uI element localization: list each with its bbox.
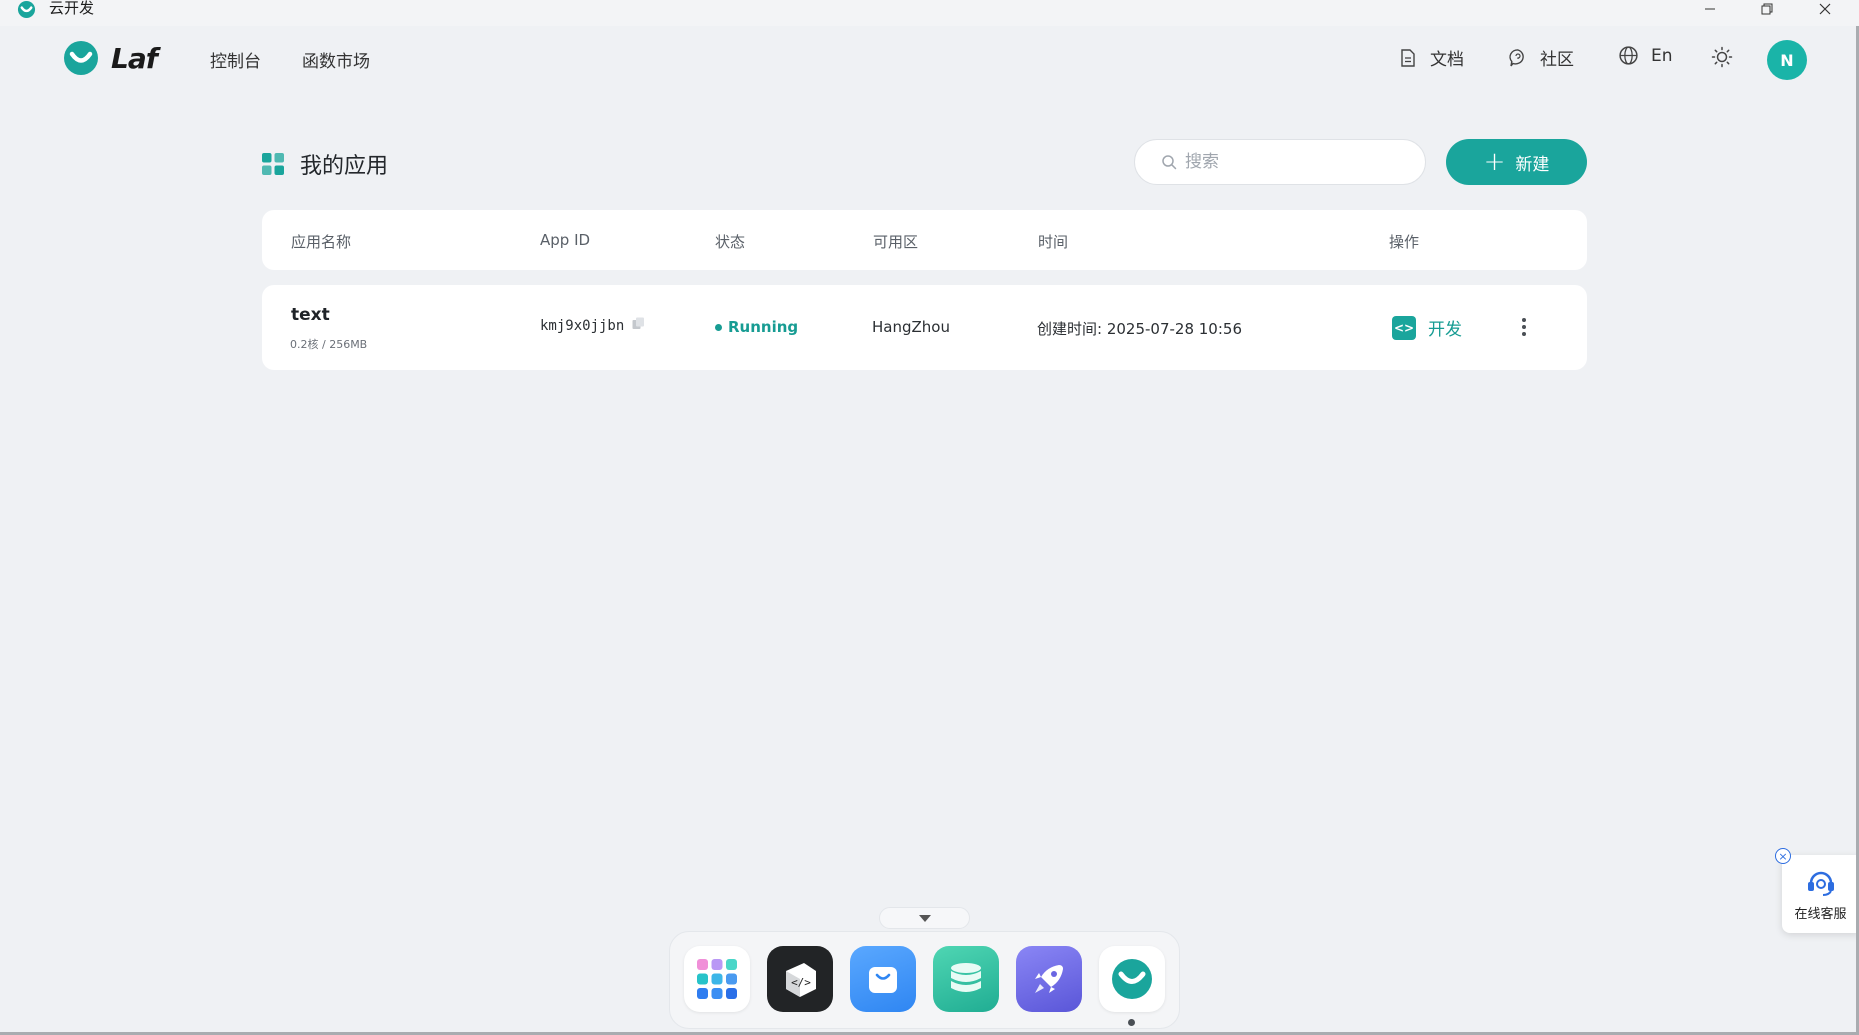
store-bag-icon[interactable] (850, 946, 916, 1012)
status-text: Running (728, 318, 799, 336)
community-link[interactable]: 社区 (1508, 45, 1574, 70)
copy-icon[interactable] (632, 317, 645, 330)
search-icon (1162, 155, 1177, 170)
code-icon: <> (1392, 315, 1416, 340)
online-service-widget[interactable]: 在线客服 (1782, 855, 1859, 933)
app-header: Laf 控制台 函数市场 文档 社区 En N (0, 26, 1859, 92)
app-spec: 0.2核 / 256MB (290, 338, 368, 351)
app-id-text: kmj9x0jjbn (540, 318, 625, 334)
status-badge: Running (715, 318, 798, 336)
close-icon (1819, 3, 1831, 15)
restore-button[interactable] (1747, 0, 1787, 18)
table-header: 应用名称 App ID 状态 可用区 时间 操作 (262, 210, 1587, 270)
svg-text:</>: </> (791, 976, 811, 989)
document-icon (1401, 48, 1415, 67)
language-label: En (1651, 45, 1673, 66)
column-header-region: 可用区 (873, 233, 919, 251)
laf-icon[interactable] (1099, 946, 1165, 1012)
laf-logo[interactable]: Laf (63, 40, 158, 76)
laf-app-icon (17, 0, 36, 19)
column-header-status: 状态 (715, 233, 746, 251)
close-window-button[interactable] (1805, 0, 1845, 18)
status-dot-icon (715, 323, 722, 331)
service-close-icon[interactable]: × (1775, 848, 1791, 864)
page-title: 我的应用 (262, 148, 388, 180)
restore-icon (1761, 3, 1773, 15)
online-service-label: 在线客服 (1794, 906, 1847, 922)
grid-icon (262, 153, 284, 175)
search-box[interactable] (1134, 139, 1426, 185)
app-launcher-icon[interactable] (684, 946, 750, 1012)
docs-link[interactable]: 文档 (1398, 45, 1464, 70)
search-input[interactable] (1185, 152, 1405, 172)
more-options-icon[interactable] (1514, 317, 1534, 337)
table-row[interactable]: text 0.2核 / 256MB kmj9x0jjbn Running Han… (262, 285, 1587, 370)
rocket-icon[interactable] (1016, 946, 1082, 1012)
window-title: 云开发 (49, 0, 95, 17)
app-id: kmj9x0jjbn (540, 317, 645, 334)
app-name: text (291, 305, 330, 325)
minimize-icon (1705, 8, 1715, 10)
page-title-text: 我的应用 (300, 154, 389, 179)
region: HangZhou (872, 318, 950, 336)
column-header-time: 时间 (1038, 233, 1069, 251)
nav-console[interactable]: 控制台 (210, 47, 261, 72)
window-titlebar: 云开发 (0, 0, 1859, 26)
globe-icon (1619, 46, 1638, 65)
brand-wordmark: Laf (111, 41, 158, 75)
column-header-actions: 操作 (1389, 233, 1420, 251)
theme-toggle[interactable] (1711, 46, 1745, 68)
active-indicator-dot (1128, 1019, 1135, 1026)
caret-down-icon (918, 914, 931, 922)
database-icon[interactable] (933, 946, 999, 1012)
created-time: 创建时间: 2025-07-28 10:56 (1037, 320, 1242, 338)
app-dock: </> (669, 931, 1180, 1029)
code-editor-icon[interactable]: </> (767, 946, 833, 1012)
column-header-appid: App ID (540, 231, 591, 249)
develop-button[interactable]: <> 开发 (1392, 315, 1462, 340)
community-label: 社区 (1540, 50, 1574, 70)
nav-function-market[interactable]: 函数市场 (302, 47, 370, 72)
language-switch[interactable]: En (1618, 45, 1673, 66)
user-avatar[interactable]: N (1767, 40, 1807, 80)
dock-collapse-button[interactable] (879, 907, 970, 929)
column-header-name: 应用名称 (291, 233, 352, 251)
minimize-button[interactable] (1690, 0, 1730, 18)
develop-label: 开发 (1428, 320, 1462, 340)
laf-logo-icon (64, 41, 98, 75)
chat-bubble-icon (1509, 48, 1524, 66)
plus-icon: + (1483, 147, 1506, 177)
headset-icon (1807, 871, 1834, 896)
new-app-button[interactable]: + 新建 (1446, 139, 1587, 185)
new-app-label: 新建 (1515, 154, 1550, 175)
docs-label: 文档 (1430, 50, 1464, 70)
sun-icon (1711, 46, 1733, 68)
